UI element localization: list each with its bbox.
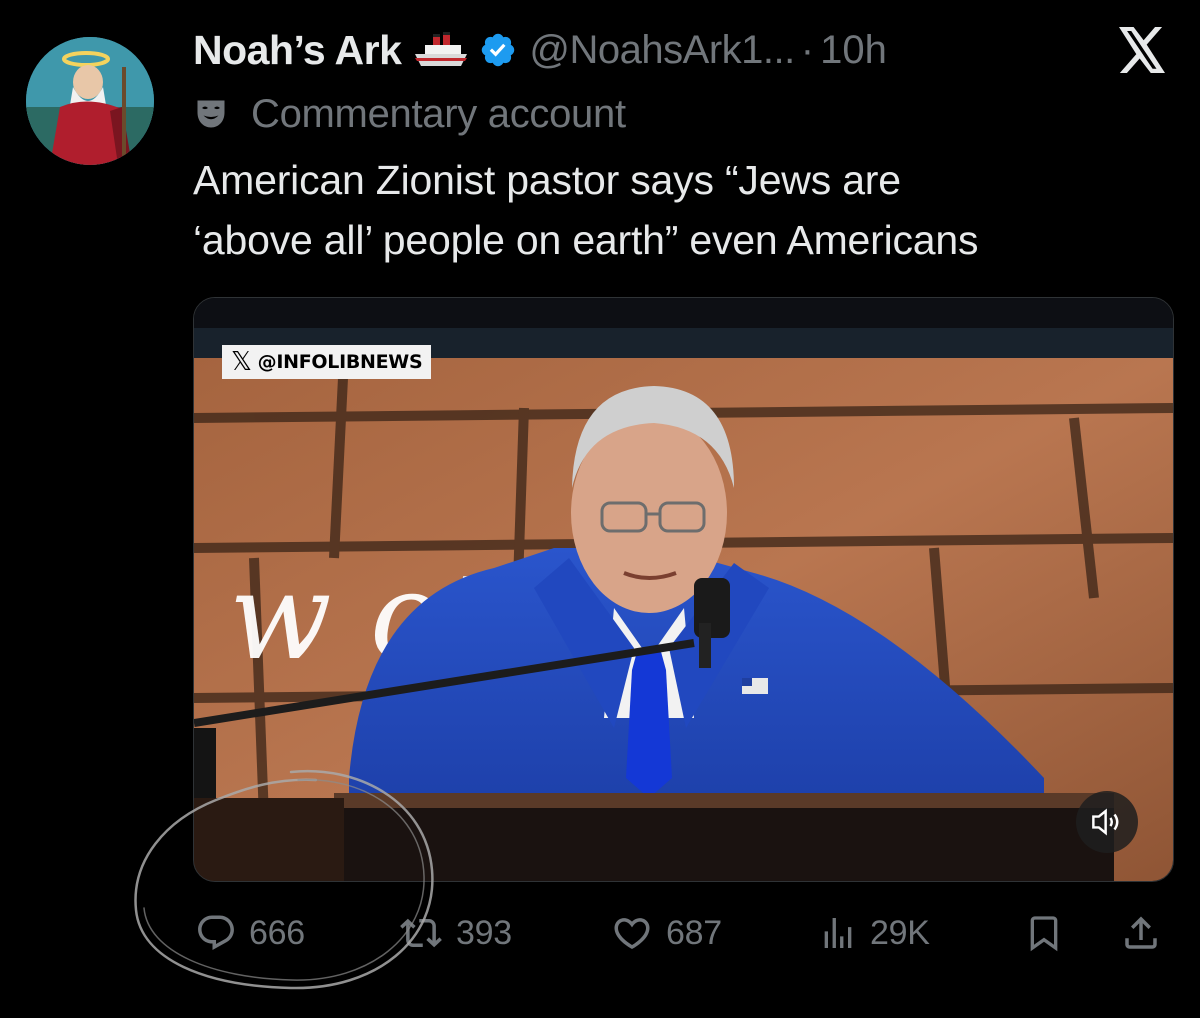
mute-button[interactable] xyxy=(1076,791,1138,853)
share-button[interactable] xyxy=(1120,908,1162,958)
post-text-line-2: ‘above all’ people on earth” even Americ… xyxy=(193,217,979,263)
repost-count: 393 xyxy=(456,913,512,952)
repost-button[interactable]: 393 xyxy=(398,908,512,958)
watermark-x-icon: 𝕏 xyxy=(231,347,252,377)
author-display-name[interactable]: Noah’s Ark xyxy=(193,27,402,74)
avatar-image xyxy=(26,37,154,165)
verified-icon xyxy=(482,33,515,67)
views-icon xyxy=(824,918,852,948)
author-avatar[interactable] xyxy=(26,37,154,165)
mask-icon xyxy=(197,100,225,128)
video-frame: w ot xyxy=(194,298,1173,881)
post-text-line-1: American Zionist pastor says “Jews are xyxy=(193,157,901,203)
views-button[interactable]: 29K xyxy=(818,908,930,958)
speaker-icon xyxy=(1092,808,1119,836)
post-header: Noah’s Ark @NoahsArk1... · 10h xyxy=(193,22,887,78)
post-timestamp[interactable]: 10h xyxy=(820,28,887,73)
reply-count: 666 xyxy=(249,913,305,952)
reply-button[interactable]: 666 xyxy=(195,908,305,958)
watermark-handle: @INFOLIBNEWS xyxy=(257,351,423,373)
account-label-text: Commentary account xyxy=(251,91,626,136)
dot-separator: · xyxy=(800,27,815,72)
account-label: Commentary account xyxy=(193,90,626,138)
share-icon xyxy=(1125,916,1157,949)
video-watermark: 𝕏 @INFOLIBNEWS xyxy=(222,345,432,379)
repost-icon xyxy=(400,918,442,948)
bookmark-icon xyxy=(1030,916,1058,952)
video-player[interactable]: w ot xyxy=(193,297,1174,882)
bookmark-button[interactable] xyxy=(1024,908,1064,958)
like-icon xyxy=(614,918,650,950)
author-handle[interactable]: @NoahsArk1... xyxy=(529,28,795,73)
post-text: American Zionist pastor says “Jews are ‘… xyxy=(193,150,1173,270)
x-logo-icon[interactable] xyxy=(1115,27,1169,73)
views-count: 29K xyxy=(870,913,930,952)
like-button[interactable]: 687 xyxy=(610,908,722,958)
reply-icon xyxy=(198,915,234,950)
ship-icon xyxy=(415,32,468,66)
like-count: 687 xyxy=(666,913,722,952)
